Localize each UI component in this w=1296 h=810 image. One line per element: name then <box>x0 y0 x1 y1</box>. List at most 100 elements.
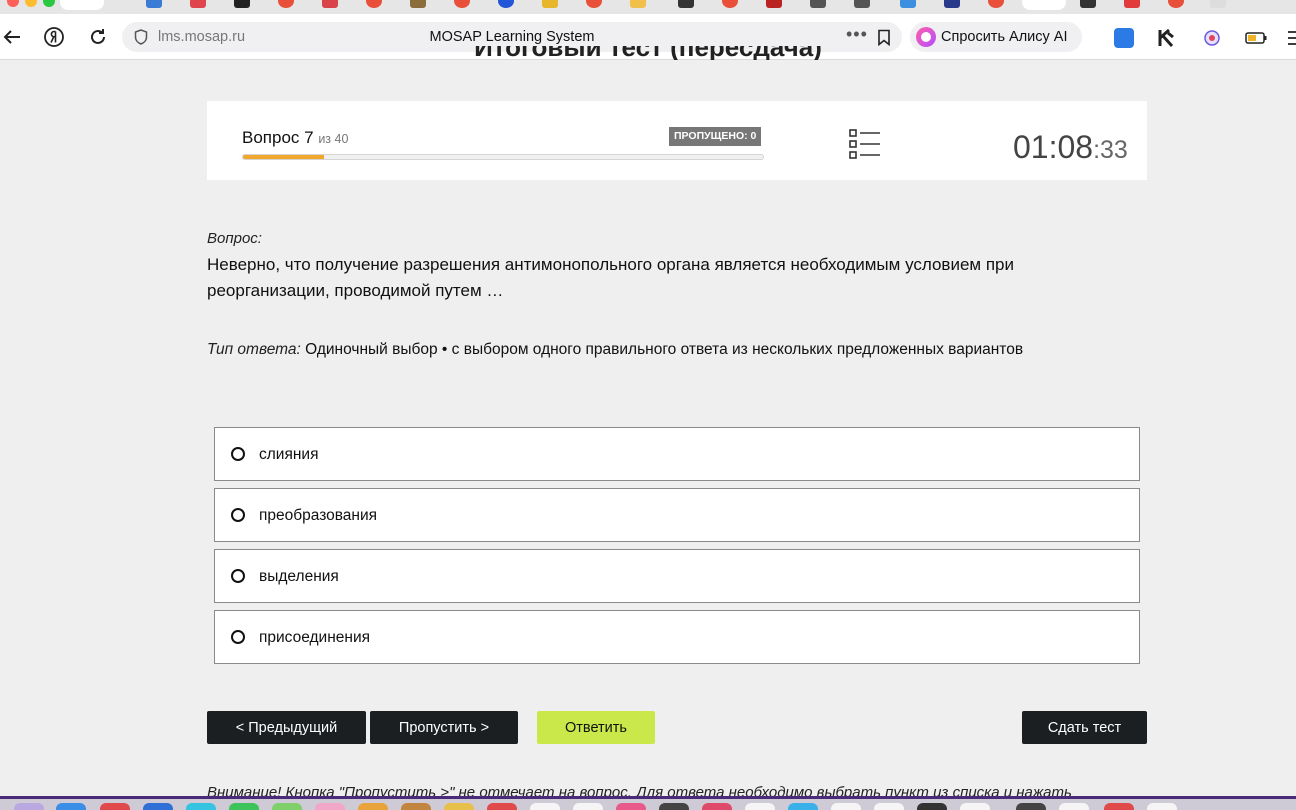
tab-favicon[interactable] <box>988 0 1004 8</box>
tab-active[interactable] <box>60 0 104 10</box>
skip-button[interactable]: Пропустить > <box>370 711 518 744</box>
menu-icon[interactable] <box>1286 28 1296 48</box>
tab-favicon[interactable] <box>454 0 470 8</box>
page-title: Итоговый тест (пересдача) <box>0 46 1296 60</box>
back-arrow-icon <box>3 30 20 44</box>
close-window-icon[interactable] <box>7 0 19 7</box>
tab-favicon[interactable] <box>322 0 338 8</box>
answer-button[interactable]: Ответить <box>537 711 655 744</box>
status-panel: Вопрос 7 из 40 ПРОПУЩЕНО: 0 01:08:33 <box>207 101 1147 180</box>
tab-favicon[interactable] <box>146 0 162 8</box>
answer-option-label: присоединения <box>259 629 370 646</box>
dock-app-icon[interactable] <box>831 803 861 810</box>
dock-app-icon[interactable] <box>573 803 603 810</box>
extension-icon[interactable] <box>1114 28 1134 48</box>
answer-option[interactable]: слияния <box>214 427 1140 481</box>
dock-app-icon[interactable] <box>487 803 517 810</box>
progress-fill <box>243 155 324 159</box>
yandex-logo-icon <box>44 27 64 47</box>
dock-app-icon[interactable] <box>401 803 431 810</box>
dock-app-icon[interactable] <box>659 803 689 810</box>
tab-strip <box>0 0 1296 14</box>
dock-app-icon[interactable] <box>874 803 904 810</box>
dock-app-icon[interactable] <box>315 803 345 810</box>
zoom-window-icon[interactable] <box>43 0 55 7</box>
tab-favicon[interactable] <box>410 0 426 8</box>
alice-icon <box>916 27 936 47</box>
dock-app-icon[interactable] <box>14 803 44 810</box>
timer-main: 01:08 <box>1013 129 1094 165</box>
new-tab-icon[interactable] <box>1210 0 1226 8</box>
tab-favicon[interactable] <box>498 0 514 8</box>
tab-favicon[interactable] <box>900 0 916 8</box>
question-counter: Вопрос 7 из 40 <box>242 128 348 148</box>
question-list-icon[interactable] <box>849 129 881 159</box>
tab-favicon[interactable] <box>678 0 694 8</box>
tab-favicon[interactable] <box>1124 0 1140 8</box>
dock-app-icon[interactable] <box>100 803 130 810</box>
radio-button[interactable] <box>231 508 245 522</box>
tab-current[interactable] <box>1022 0 1066 10</box>
tab-favicon[interactable] <box>190 0 206 8</box>
timer: 01:08:33 <box>1013 129 1128 166</box>
answer-type-caption: Тип ответа: <box>207 341 301 358</box>
dock-app-icon[interactable] <box>229 803 259 810</box>
answer-type: Тип ответа: Одиночный выбор • с выбором … <box>207 341 1023 359</box>
battery-extension-icon[interactable] <box>1245 28 1267 48</box>
minimize-window-icon[interactable] <box>25 0 37 7</box>
progress-bar <box>242 154 764 160</box>
question-total: из 40 <box>318 132 349 146</box>
dock-app-icon[interactable] <box>917 803 947 810</box>
tab-favicon[interactable] <box>586 0 602 8</box>
finish-test-button[interactable]: Сдать тест <box>1022 711 1147 744</box>
dock-app-icon[interactable] <box>186 803 216 810</box>
dock-app-icon[interactable] <box>358 803 388 810</box>
tab-favicon[interactable] <box>854 0 870 8</box>
question-number: Вопрос 7 <box>242 128 314 147</box>
tab-favicon[interactable] <box>630 0 646 8</box>
tab-favicon[interactable] <box>944 0 960 8</box>
tab-favicon[interactable] <box>1080 0 1096 8</box>
dock-app-icon[interactable] <box>616 803 646 810</box>
dock-app-icon[interactable] <box>788 803 818 810</box>
radio-button[interactable] <box>231 569 245 583</box>
answer-option-label: преобразования <box>259 507 378 524</box>
answer-option[interactable]: присоединения <box>214 610 1140 664</box>
tab-favicon[interactable] <box>722 0 738 8</box>
more-icon[interactable]: ••• <box>846 24 868 45</box>
skipped-badge: ПРОПУЩЕНО: 0 <box>669 127 762 146</box>
tab-favicon[interactable] <box>542 0 558 8</box>
tab-favicon[interactable] <box>1168 0 1184 8</box>
reload-icon <box>91 29 105 44</box>
dock-app-icon[interactable] <box>272 803 302 810</box>
radio-button[interactable] <box>231 630 245 644</box>
dock-app-icon[interactable] <box>1147 803 1177 810</box>
page-title-text: MOSAP Learning System <box>429 29 595 45</box>
tab-favicon[interactable] <box>278 0 294 8</box>
dock-app-icon[interactable] <box>530 803 560 810</box>
dock-app-icon[interactable] <box>143 803 173 810</box>
extension-settings-icon[interactable] <box>1202 28 1222 48</box>
timer-separator: : <box>1093 136 1101 164</box>
answer-option[interactable]: преобразования <box>214 488 1140 542</box>
tab-favicon[interactable] <box>234 0 250 8</box>
tab-favicon[interactable] <box>366 0 382 8</box>
dock-app-icon[interactable] <box>1016 803 1046 810</box>
previous-button[interactable]: < Предыдущий <box>207 711 366 744</box>
dock-app-icon[interactable] <box>444 803 474 810</box>
tab-favicon[interactable] <box>766 0 782 8</box>
dock-app-icon[interactable] <box>1104 803 1134 810</box>
radio-button[interactable] <box>231 447 245 461</box>
answer-option[interactable]: выделения <box>214 549 1140 603</box>
tab-favicon[interactable] <box>810 0 826 8</box>
extension-k-icon[interactable] <box>1157 28 1177 48</box>
timer-seconds: 33 <box>1100 136 1128 164</box>
dock-app-icon[interactable] <box>1059 803 1089 810</box>
question-text: Неверно, что получение разрешения антимо… <box>207 255 1014 300</box>
bookmark-icon[interactable] <box>877 29 891 46</box>
dock-app-icon[interactable] <box>745 803 775 810</box>
dock-app-icon[interactable] <box>56 803 86 810</box>
ask-alice-label: Спросить Алису AI <box>941 29 1068 45</box>
dock-app-icon[interactable] <box>960 803 990 810</box>
dock-app-icon[interactable] <box>702 803 732 810</box>
